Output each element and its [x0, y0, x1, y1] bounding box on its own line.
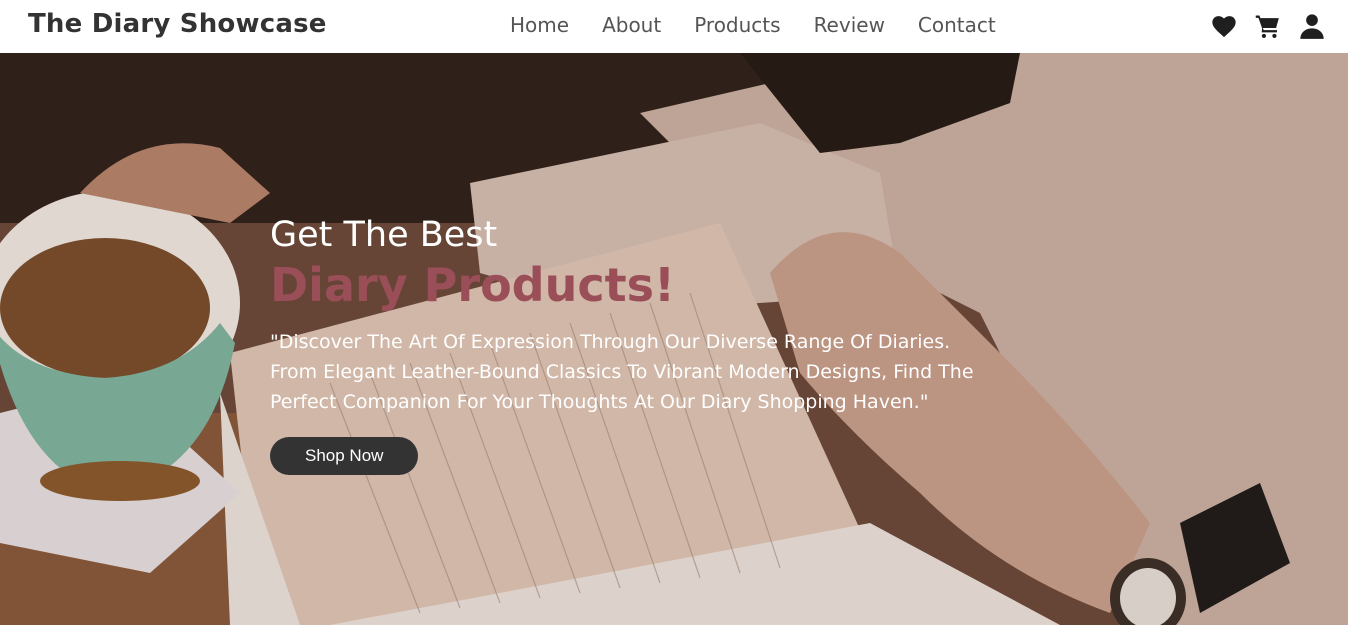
hero-description: "Discover The Art Of Expression Through …: [270, 331, 974, 413]
top-navbar: The Diary Showcase Home About Products R…: [0, 0, 1348, 53]
hero-content: Get The Best Diary Products! "Discover T…: [270, 213, 990, 475]
shop-now-button[interactable]: Shop Now: [270, 437, 419, 475]
hero-headline: Diary Products!: [270, 258, 675, 312]
nav-products[interactable]: Products: [694, 13, 780, 37]
nav-review[interactable]: Review: [814, 13, 885, 37]
hero-banner: Get The Best Diary Products! "Discover T…: [0, 53, 1348, 625]
brand-logo[interactable]: The Diary Showcase: [28, 9, 327, 39]
heart-icon[interactable]: [1210, 12, 1238, 40]
user-icon[interactable]: [1298, 12, 1326, 40]
nav-contact[interactable]: Contact: [918, 13, 996, 37]
cart-icon[interactable]: [1254, 12, 1282, 40]
nav-home[interactable]: Home: [510, 13, 569, 37]
nav-icons: [1210, 12, 1326, 40]
main-menu: Home About Products Review Contact: [510, 13, 996, 37]
nav-about[interactable]: About: [602, 13, 661, 37]
hero-pre-title: Get The Best: [270, 215, 498, 255]
